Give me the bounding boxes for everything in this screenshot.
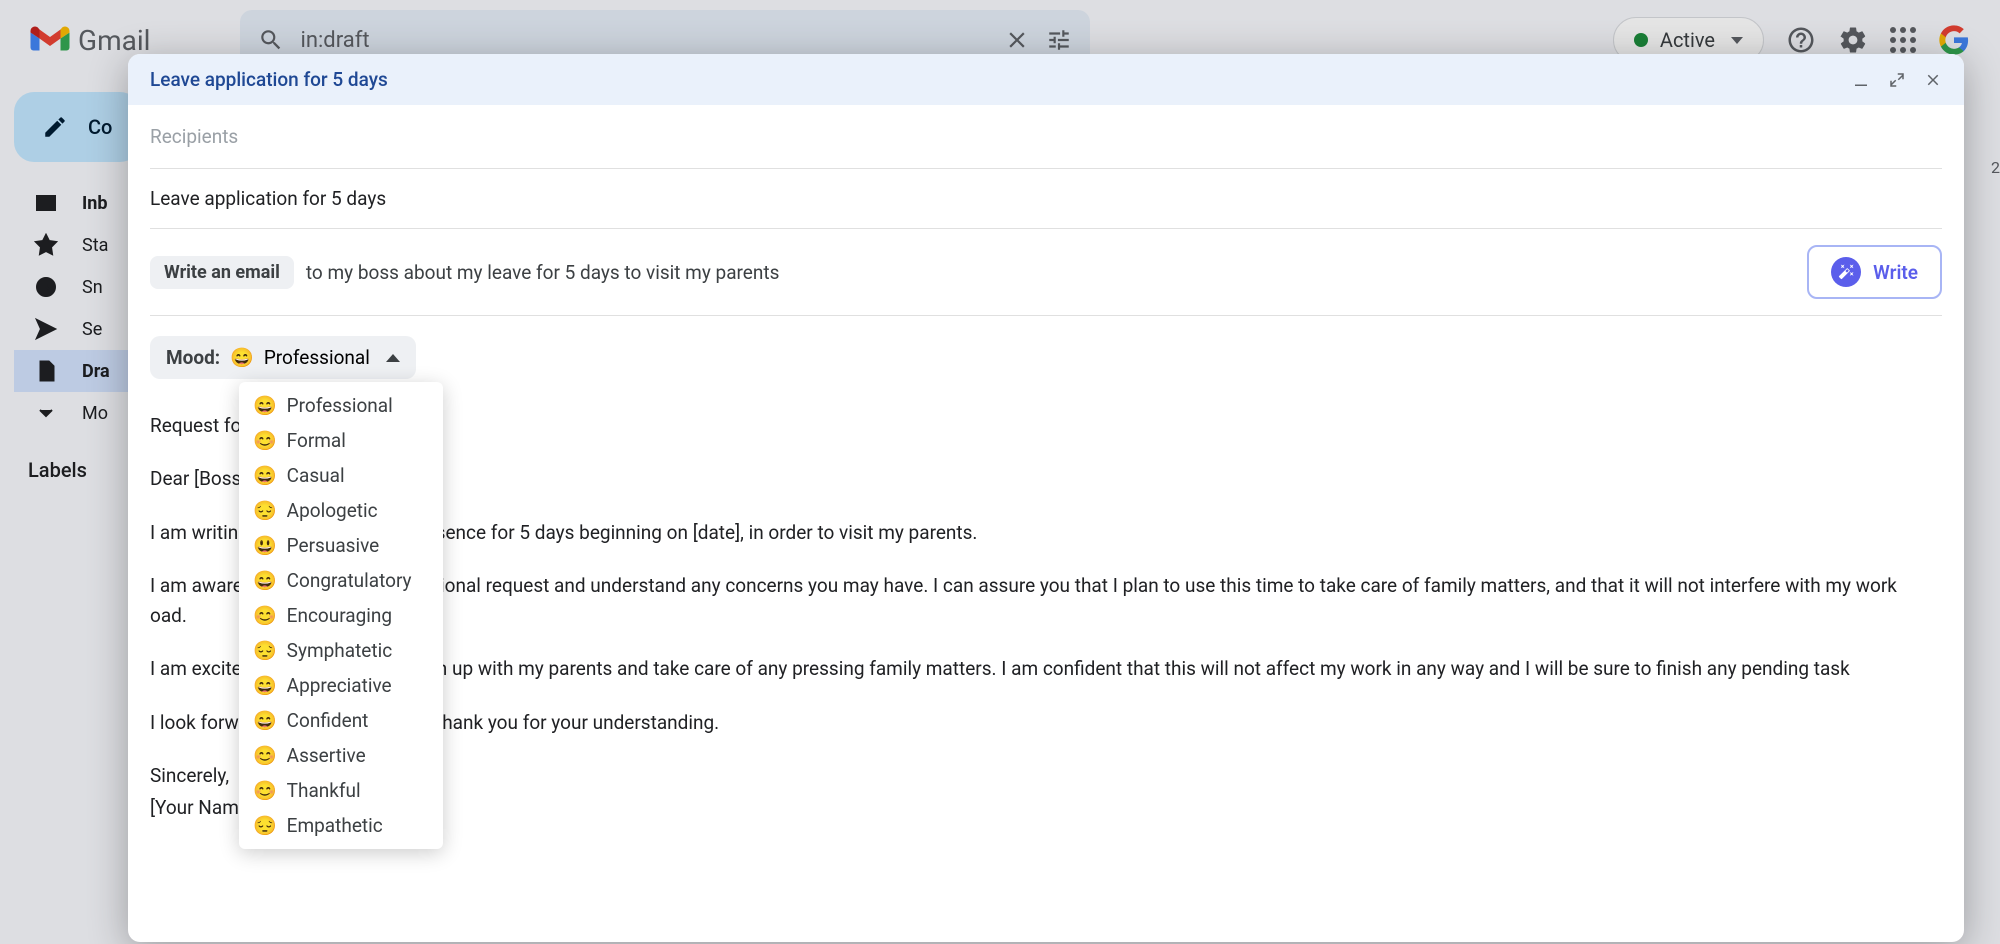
write-email-chip: Write an email <box>150 256 294 289</box>
mood-option-assertive[interactable]: 😊Assertive <box>239 738 443 773</box>
page-indicator: 2 <box>1991 158 2000 177</box>
mood-option-symphatetic[interactable]: 😔Symphatetic <box>239 633 443 668</box>
inbox-icon <box>34 191 58 215</box>
compose-button[interactable]: Co <box>14 92 140 162</box>
mood-option-thankful[interactable]: 😊Thankful <box>239 773 443 808</box>
mood-option-appreciative[interactable]: 😄Appreciative <box>239 668 443 703</box>
mood-selector[interactable]: Mood: 😄 Professional <box>150 336 416 379</box>
gmail-logo[interactable]: Gmail <box>30 24 150 57</box>
chevron-down-icon <box>34 401 58 425</box>
close-icon[interactable] <box>1924 71 1942 89</box>
compose-label: Co <box>88 115 112 139</box>
search-icon <box>258 27 284 53</box>
google-logo-icon[interactable] <box>1938 24 1970 56</box>
compose-dialog: Leave application for 5 days Recipients … <box>128 54 1964 942</box>
send-icon <box>34 317 58 341</box>
chevron-down-icon <box>1731 37 1743 44</box>
apps-icon[interactable] <box>1890 27 1916 53</box>
mood-option-congratulatory[interactable]: 😄Congratulatory <box>239 563 443 598</box>
dialog-body: Recipients Leave application for 5 days … <box>128 105 1964 858</box>
gmail-text: Gmail <box>78 24 150 57</box>
mood-option-apologetic[interactable]: 😔Apologetic <box>239 493 443 528</box>
ai-prompt-row: Write an email to my boss about my leave… <box>150 229 1942 316</box>
write-button[interactable]: Write <box>1807 245 1942 299</box>
draft-icon <box>34 359 58 383</box>
gmail-icon <box>30 25 70 55</box>
clock-icon <box>34 275 58 299</box>
status-dot-icon <box>1634 33 1648 47</box>
close-icon[interactable] <box>1004 27 1030 53</box>
subject-field[interactable]: Leave application for 5 days <box>150 169 1942 229</box>
window-controls <box>1852 71 1942 89</box>
mood-option-formal[interactable]: 😊Formal <box>239 423 443 458</box>
help-icon[interactable] <box>1786 25 1816 55</box>
mood-option-encouraging[interactable]: 😊Encouraging <box>239 598 443 633</box>
mood-option-casual[interactable]: 😄Casual <box>239 458 443 493</box>
prompt-input[interactable]: to my boss about my leave for 5 days to … <box>306 261 1795 284</box>
dialog-title: Leave application for 5 days <box>150 68 388 91</box>
dialog-header: Leave application for 5 days <box>128 54 1964 105</box>
mood-dropdown: 😄Professional 😊Formal 😄Casual 😔Apologeti… <box>239 382 443 849</box>
status-text: Active <box>1660 28 1715 52</box>
mood-emoji-icon: 😄 <box>230 346 254 369</box>
gear-icon[interactable] <box>1838 25 1868 55</box>
mood-option-empathetic[interactable]: 😔Empathetic <box>239 808 443 843</box>
magic-wand-icon <box>1831 257 1861 287</box>
pencil-icon <box>42 114 68 140</box>
mood-option-professional[interactable]: 😄Professional <box>239 388 443 423</box>
minimize-icon[interactable] <box>1852 71 1870 89</box>
chevron-up-icon <box>386 354 400 362</box>
recipients-field[interactable]: Recipients <box>150 105 1942 169</box>
tune-icon[interactable] <box>1046 27 1072 53</box>
mood-row: Mood: 😄 Professional 😄Professional 😊Form… <box>150 316 1942 399</box>
star-icon <box>34 233 58 257</box>
restore-icon[interactable] <box>1888 71 1906 89</box>
mood-option-persuasive[interactable]: 😃Persuasive <box>239 528 443 563</box>
search-query: in:draft <box>300 28 988 53</box>
mood-option-confident[interactable]: 😄Confident <box>239 703 443 738</box>
